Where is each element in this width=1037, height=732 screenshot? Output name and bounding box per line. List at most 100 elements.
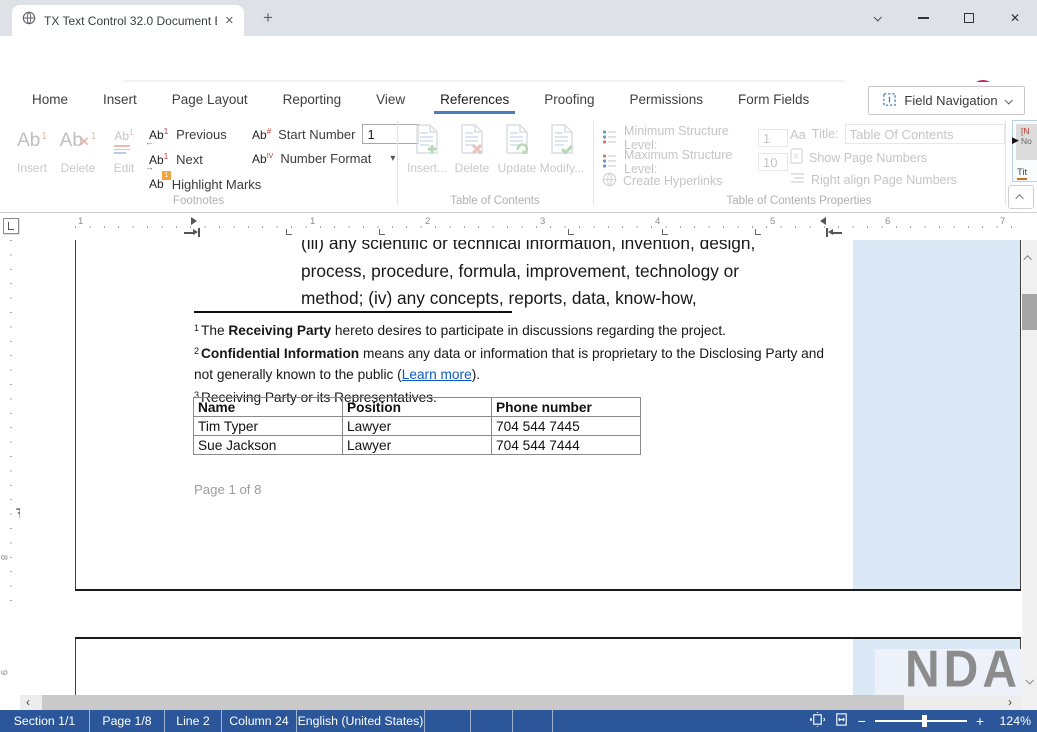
tab-form-fields[interactable]: Form Fields (738, 82, 809, 117)
tab-close-icon[interactable]: ✕ (225, 14, 234, 27)
ruler-number: 3 (540, 216, 545, 227)
tab-permissions[interactable]: Permissions (630, 82, 704, 117)
toc-update-icon (504, 124, 530, 159)
browser-tab[interactable]: TX Text Control 32.0 Document E ✕ (12, 5, 244, 36)
table-cell[interactable]: 704 544 7444 (492, 436, 641, 455)
footnote-insert-button[interactable]: Ab1 Insert (9, 122, 55, 175)
table-cell[interactable]: Lawyer (343, 417, 492, 436)
zoom-out-button[interactable]: − (858, 713, 866, 729)
field-navigation-panel-clipped[interactable]: [N No ▶ Tit (1012, 120, 1037, 182)
group-label-toc: Table of Contents (397, 195, 593, 207)
maximize-button[interactable] (952, 0, 986, 36)
fit-page-icon[interactable] (810, 712, 825, 730)
tab-stop-marker[interactable] (662, 229, 668, 235)
window-chevron-button[interactable] (860, 0, 894, 36)
scroll-down-icon[interactable] (1026, 671, 1032, 689)
table-header-row: Name Position Phone number (194, 398, 641, 417)
collapse-ribbon-button[interactable] (1008, 185, 1034, 209)
learn-more-link[interactable]: Learn more (402, 367, 472, 382)
minimize-button[interactable] (906, 0, 940, 36)
footnote-next-icon: Ab1→ (149, 152, 168, 167)
vertical-scrollbar[interactable] (1022, 240, 1037, 695)
ruler-ticks (75, 226, 1021, 228)
table-header-cell[interactable]: Phone number (492, 398, 641, 417)
tab-stop-marker[interactable] (286, 229, 292, 235)
button-label: Number Format (280, 151, 371, 166)
scroll-right-icon[interactable]: › (1008, 695, 1012, 710)
scroll-up-icon[interactable] (1026, 248, 1032, 266)
footnote-2: 2Confidential Information means any data… (194, 341, 846, 385)
browser-titlebar: TX Text Control 32.0 Document E ✕ + ✕ (0, 0, 1037, 36)
button-label: Delete (449, 161, 495, 175)
max-structure-level-input[interactable] (758, 153, 788, 171)
number-format-icon: AbIV (252, 152, 273, 166)
document-canvas[interactable]: (iii) any scientific or technical inform… (20, 240, 1022, 695)
document-table[interactable]: Name Position Phone number Tim Typer Law… (193, 397, 641, 455)
tab-page-layout[interactable]: Page Layout (172, 82, 248, 117)
tab-proofing[interactable]: Proofing (544, 82, 594, 117)
table-cell[interactable]: Tim Typer (194, 417, 343, 436)
tab-reporting[interactable]: Reporting (283, 82, 342, 117)
footnote-next-button[interactable]: Ab1→ Next (149, 149, 203, 169)
footnote-delete-button[interactable]: Ab✕1 Delete (55, 122, 101, 175)
zoom-slider-thumb[interactable] (922, 715, 927, 727)
toc-title-field: Aa Title: (790, 124, 1005, 144)
ruler-number: 2 (425, 216, 430, 227)
footnote-text: ). (472, 367, 480, 382)
tab-stop-marker[interactable] (755, 229, 761, 235)
new-tab-button[interactable]: + (258, 8, 278, 28)
right-align-page-numbers-button[interactable]: Right align Page Numbers (790, 172, 957, 187)
toc-update-button[interactable]: Update (494, 122, 540, 175)
status-empty-segment (425, 710, 471, 732)
horizontal-scrollbar-thumb[interactable] (42, 695, 904, 710)
tab-references[interactable]: References (440, 82, 509, 117)
toc-delete-button[interactable]: Delete (449, 122, 495, 175)
zoom-in-button[interactable]: + (976, 713, 984, 729)
first-line-indent-marker[interactable] (191, 217, 197, 225)
footnote-number: 2 (194, 346, 199, 356)
max-structure-level-icon (602, 153, 618, 172)
horizontal-scrollbar[interactable]: ‹ › (20, 695, 1022, 710)
vertical-scrollbar-thumb[interactable] (1022, 294, 1037, 330)
button-label: Modify... (539, 161, 585, 175)
footnote-bold-text: Receiving Party (228, 323, 331, 338)
tab-stop-marker[interactable] (379, 229, 385, 235)
scroll-left-icon[interactable]: ‹ (26, 695, 30, 710)
highlight-marks-button[interactable]: Ab1 Highlight Marks (149, 174, 261, 194)
body-paragraph[interactable]: (iii) any scientific or technical inform… (301, 240, 755, 313)
table-header-cell[interactable]: Name (194, 398, 343, 417)
min-structure-level-input[interactable] (758, 129, 788, 147)
toc-modify-button[interactable]: Modify... (539, 122, 585, 175)
tab-view[interactable]: View (376, 82, 405, 117)
toc-title-input[interactable] (845, 124, 1005, 144)
horizontal-ruler: 1 1 2 3 4 5 6 7 (0, 213, 1037, 240)
tab-home[interactable]: Home (32, 82, 68, 117)
tab-insert[interactable]: Insert (103, 82, 137, 117)
table-cell[interactable]: Lawyer (343, 436, 492, 455)
footnote-edit-button[interactable]: Ab1 Edit (101, 122, 147, 175)
create-hyperlinks-button[interactable]: Create Hyperlinks (602, 172, 722, 190)
footnote-previous-button[interactable]: Ab1← Previous (149, 124, 227, 144)
table-cell[interactable]: Sue Jackson (194, 436, 343, 455)
field-label: Title: (812, 127, 839, 141)
zoom-slider[interactable] (875, 720, 967, 722)
hyperlink-globe-icon (602, 172, 617, 190)
button-label: Delete (55, 161, 101, 175)
fit-width-icon[interactable] (834, 712, 849, 730)
vertical-ruler: 8 9 10 (0, 240, 20, 695)
ruler-number: 9 (0, 670, 9, 675)
table-header-cell[interactable]: Position (343, 398, 492, 417)
footnotes-block[interactable]: 1The Receiving Party hereto desires to p… (194, 318, 846, 408)
table-cell[interactable]: 704 544 7445 (492, 417, 641, 436)
number-format-button[interactable]: AbIV Number Format ▾ (252, 151, 395, 166)
footnote-text: hereto desires to participate in discuss… (331, 323, 726, 338)
tab-selector-button[interactable] (3, 218, 19, 234)
field-navigation-button[interactable]: Field Navigation (868, 86, 1025, 115)
toc-insert-button[interactable]: Insert... (404, 122, 450, 175)
tab-stop-marker[interactable] (568, 229, 574, 235)
footnote-separator (194, 311, 512, 313)
show-page-numbers-button[interactable]: # Show Page Numbers (790, 148, 927, 167)
body-line: method; (iv) any concepts, reports, data… (301, 285, 755, 313)
right-indent-marker[interactable] (820, 217, 826, 225)
close-button[interactable]: ✕ (998, 0, 1032, 36)
